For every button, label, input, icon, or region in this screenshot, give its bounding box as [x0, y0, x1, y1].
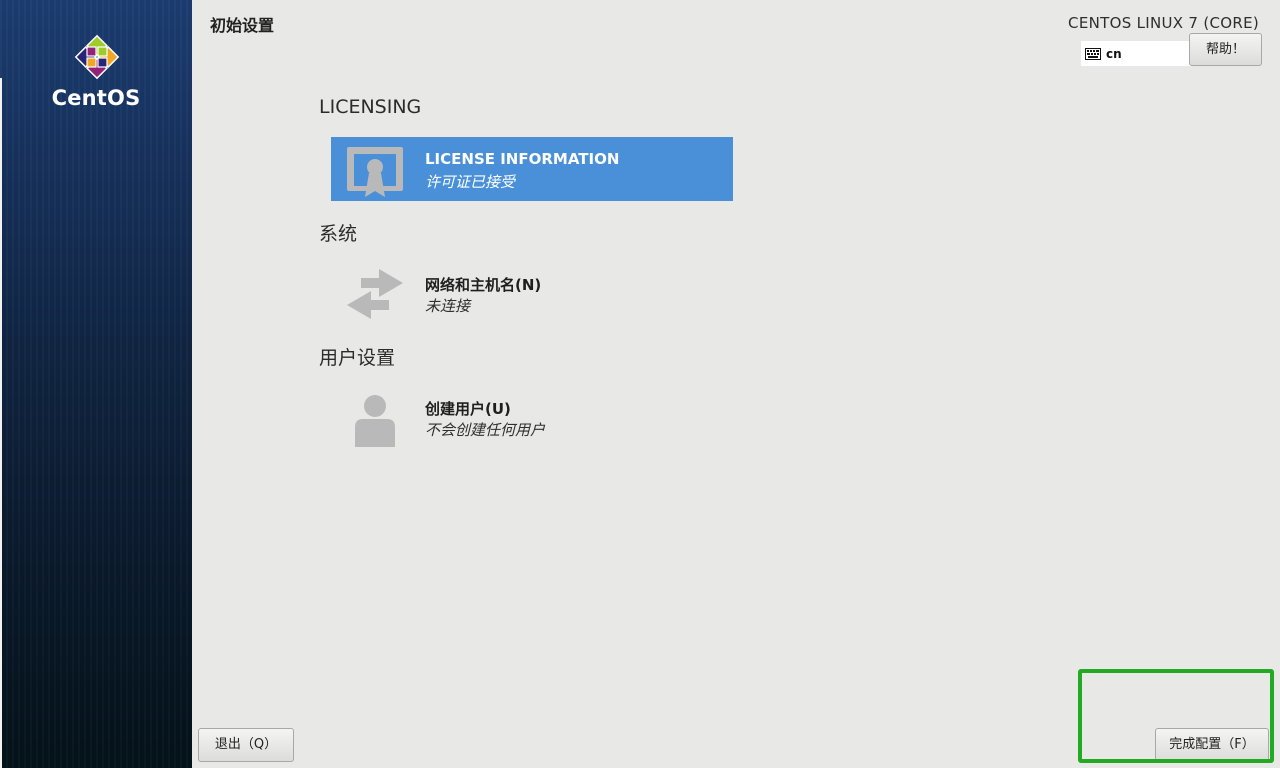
network-arrows-icon [347, 269, 403, 319]
finish-configuration-button[interactable]: 完成配置（F） [1155, 728, 1269, 762]
spoke-title: 网络和主机名(N) [425, 276, 542, 294]
certificate-icon [347, 147, 403, 197]
quit-button[interactable]: 退出（Q） [198, 728, 294, 762]
section-title-system: 系统 [319, 223, 358, 245]
spoke-title: LICENSE INFORMATION [425, 150, 620, 168]
spoke-status: 未连接 [425, 297, 471, 315]
user-icon [355, 395, 395, 447]
help-button[interactable]: 帮助！ [1189, 33, 1262, 66]
spoke-network-hostname[interactable]: 网络和主机名(N) 未连接 [331, 261, 733, 325]
page-title: 初始设置 [210, 16, 275, 35]
brand-name: CentOS [51, 86, 141, 110]
initial-setup-window: CentOS 初始设置 CENTOS LINUX 7 (CORE) cn 帮助！… [0, 0, 1280, 768]
spoke-create-user[interactable]: 创建用户(U) 不会创建任何用户 [331, 385, 733, 449]
section-title-user-settings: 用户设置 [319, 347, 396, 369]
centos-logo-icon [74, 34, 120, 80]
section-title-licensing: LICENSING [319, 96, 422, 118]
keyboard-layout-indicator[interactable]: cn [1081, 41, 1191, 66]
sidebar-edge-line [0, 78, 2, 768]
spoke-title: 创建用户(U) [425, 400, 511, 418]
keyboard-icon [1085, 47, 1101, 60]
sidebar: CentOS [0, 0, 192, 768]
spoke-status: 许可证已接受 [425, 173, 516, 191]
spoke-license-information[interactable]: LICENSE INFORMATION 许可证已接受 [331, 137, 733, 201]
product-name: CENTOS LINUX 7 (CORE) [1068, 14, 1259, 32]
spoke-status: 不会创建任何用户 [425, 421, 546, 439]
sidebar-texture [0, 0, 192, 768]
keyboard-layout-code: cn [1106, 46, 1122, 61]
